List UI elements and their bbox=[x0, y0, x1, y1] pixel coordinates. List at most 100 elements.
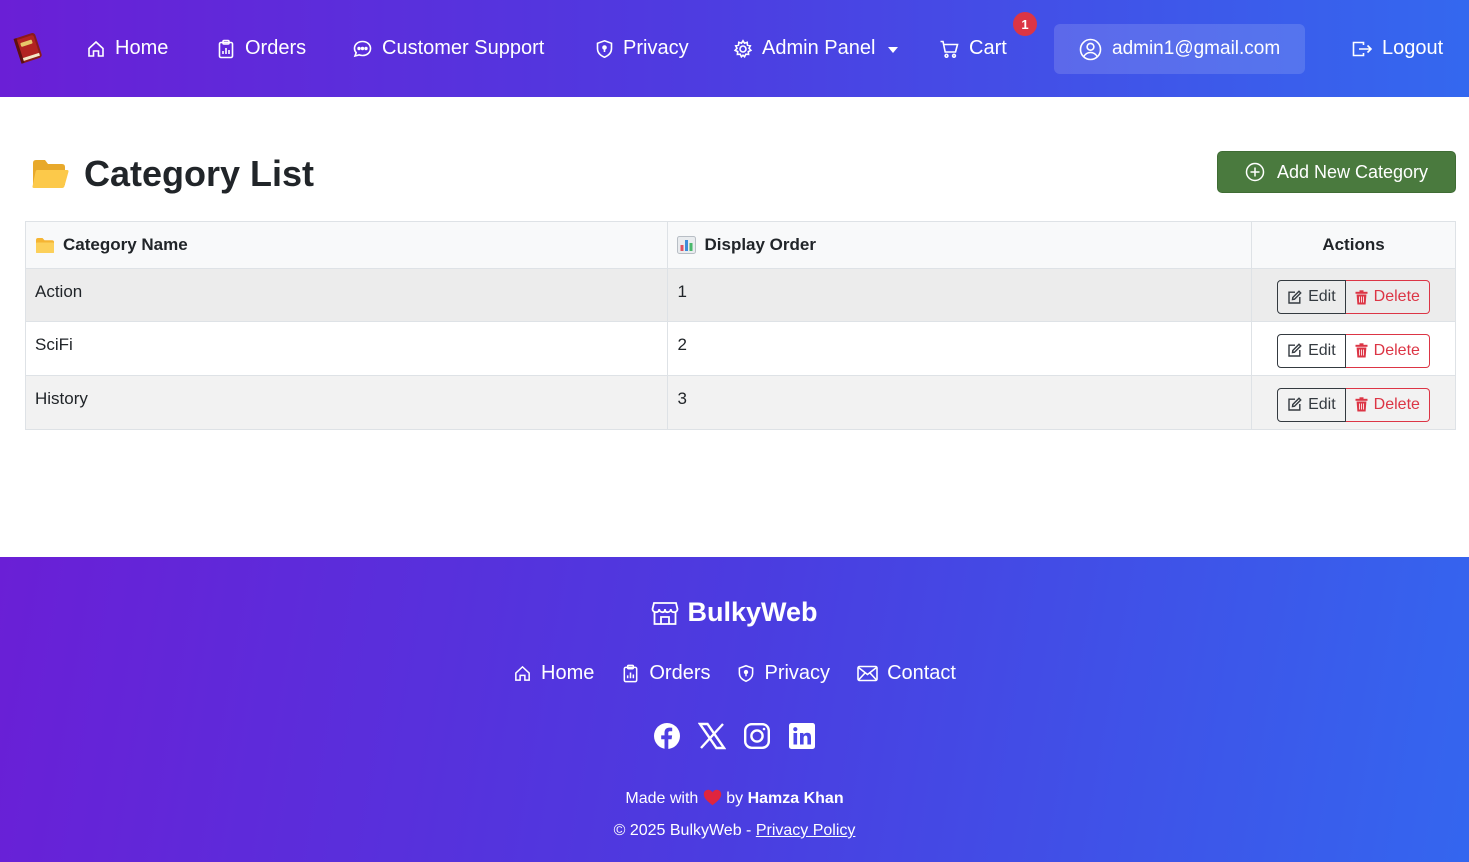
display-order-cell: 2 bbox=[667, 321, 1253, 376]
edit-button[interactable]: Edit bbox=[1277, 387, 1346, 422]
pencil-square-icon bbox=[1288, 397, 1302, 411]
table-row: SciFi 2 Edit Delete bbox=[24, 321, 1456, 376]
nav-privacy-label: Privacy bbox=[623, 37, 689, 59]
made-with-text: Made with bbox=[625, 790, 699, 807]
edit-label: Edit bbox=[1308, 395, 1336, 413]
user-account-button[interactable]: admin1@gmail.com bbox=[1054, 24, 1305, 74]
house-icon bbox=[88, 40, 104, 57]
page-title: Category List bbox=[84, 153, 315, 194]
x-twitter-icon[interactable] bbox=[698, 722, 726, 750]
linkedin-icon[interactable] bbox=[788, 722, 816, 750]
nav-privacy[interactable]: Privacy bbox=[595, 0, 689, 97]
gear-icon bbox=[733, 38, 753, 58]
delete-label: Delete bbox=[1373, 288, 1420, 305]
shield-icon bbox=[596, 39, 613, 58]
column-header-actions: Actions bbox=[1251, 221, 1456, 269]
category-name-cell: Action bbox=[24, 268, 669, 322]
chevron-down-icon bbox=[888, 46, 899, 53]
site-footer: BulkyWeb Home Orders Privacy Contact Mad… bbox=[0, 557, 1469, 862]
folder-icon bbox=[36, 237, 54, 253]
footer-brand-name: BulkyWeb bbox=[687, 597, 818, 627]
footer-link-home[interactable]: Home bbox=[513, 662, 594, 685]
delete-label: Delete bbox=[1373, 395, 1420, 413]
nav-orders-label: Orders bbox=[245, 37, 307, 59]
logout-label: Logout bbox=[1382, 37, 1444, 59]
user-email: admin1@gmail.com bbox=[1112, 38, 1281, 59]
social-links bbox=[0, 722, 1469, 750]
edit-button[interactable]: Edit bbox=[1277, 280, 1346, 314]
display-order-cell: 1 bbox=[667, 268, 1253, 322]
box-arrow-right-icon bbox=[1352, 41, 1373, 56]
delete-button[interactable]: Delete bbox=[1345, 280, 1430, 314]
actions-cell: Edit Delete bbox=[1251, 268, 1456, 322]
shield-icon bbox=[739, 664, 754, 683]
footer-link-orders-label: Orders bbox=[649, 662, 711, 684]
top-navbar: Home Orders Customer Support Privacy Adm… bbox=[0, 0, 1469, 97]
chat-dots-icon bbox=[353, 40, 372, 57]
person-circle-icon bbox=[1079, 38, 1102, 60]
footer-link-home-label: Home bbox=[541, 662, 595, 684]
actions-cell: Edit Delete bbox=[1251, 375, 1456, 430]
nav-admin-panel[interactable]: Admin Panel bbox=[733, 0, 899, 97]
bar-chart-icon bbox=[677, 236, 697, 254]
plus-circle-icon bbox=[1245, 162, 1265, 182]
nav-admin-panel-label: Admin Panel bbox=[762, 37, 876, 59]
made-with-line: Made with by Hamza Khan bbox=[0, 789, 1469, 808]
cart-count-badge: 1 bbox=[1013, 12, 1037, 36]
nav-home-label: Home bbox=[115, 37, 169, 59]
logout-button[interactable]: Logout bbox=[1351, 0, 1443, 97]
pencil-square-icon bbox=[1288, 289, 1302, 304]
shop-icon bbox=[652, 601, 679, 625]
table-row: History 3 Edit Delete bbox=[24, 375, 1456, 430]
footer-link-privacy-label: Privacy bbox=[764, 662, 831, 684]
column-label-display-order: Display Order bbox=[704, 235, 816, 254]
clipboard-data-icon bbox=[623, 664, 638, 683]
table-header-row: Category Name Display Order Actions bbox=[24, 221, 1456, 269]
footer-link-contact-label: Contact bbox=[887, 662, 956, 684]
edit-label: Edit bbox=[1308, 341, 1336, 359]
actions-cell: Edit Delete bbox=[1251, 321, 1456, 376]
facebook-icon[interactable] bbox=[653, 722, 681, 750]
nav-cart-label: Cart bbox=[969, 37, 1007, 59]
nav-home[interactable]: Home bbox=[86, 0, 168, 97]
envelope-icon bbox=[857, 665, 878, 682]
display-order-cell: 3 bbox=[667, 375, 1253, 430]
cart-icon bbox=[940, 40, 959, 58]
open-folder-icon bbox=[32, 160, 69, 188]
book-logo-icon[interactable] bbox=[10, 30, 46, 66]
column-header-category-name: Category Name bbox=[24, 221, 669, 269]
category-name-cell: SciFi bbox=[24, 321, 669, 376]
footer-link-contact[interactable]: Contact bbox=[857, 662, 956, 685]
footer-nav: Home Orders Privacy Contact bbox=[0, 662, 1469, 685]
add-new-category-button[interactable]: Add New Category bbox=[1217, 151, 1456, 193]
by-text: by bbox=[726, 790, 744, 807]
add-new-category-label: Add New Category bbox=[1276, 161, 1429, 182]
column-label-category-name: Category Name bbox=[63, 235, 188, 254]
heart-icon bbox=[703, 789, 721, 806]
nav-customer-support[interactable]: Customer Support bbox=[352, 0, 544, 97]
nav-orders[interactable]: Orders bbox=[216, 0, 306, 97]
copyright-line: © 2025 BulkyWeb - Privacy Policy bbox=[0, 822, 1469, 840]
trash-icon bbox=[1355, 397, 1368, 412]
row-action-buttons: Edit Delete bbox=[1277, 387, 1430, 422]
footer-link-orders[interactable]: Orders bbox=[621, 662, 710, 685]
privacy-policy-link[interactable]: Privacy Policy bbox=[756, 822, 856, 839]
footer-link-privacy[interactable]: Privacy bbox=[737, 662, 830, 685]
category-table: Category Name Display Order Actions Acti… bbox=[24, 221, 1456, 430]
delete-button[interactable]: Delete bbox=[1345, 333, 1430, 368]
edit-button[interactable]: Edit bbox=[1277, 333, 1346, 368]
clipboard-data-icon bbox=[218, 39, 234, 58]
trash-icon bbox=[1355, 289, 1368, 304]
instagram-icon[interactable] bbox=[743, 722, 771, 750]
edit-label: Edit bbox=[1308, 288, 1336, 305]
nav-customer-support-label: Customer Support bbox=[382, 37, 545, 59]
nav-cart[interactable]: Cart bbox=[939, 0, 1007, 97]
house-icon bbox=[515, 665, 530, 681]
category-name-cell: History bbox=[24, 375, 669, 430]
copyright-text: © 2025 BulkyWeb - bbox=[613, 822, 752, 839]
pencil-square-icon bbox=[1288, 343, 1302, 357]
delete-button[interactable]: Delete bbox=[1345, 387, 1430, 422]
table-row: Action 1 Edit Delete bbox=[24, 268, 1456, 322]
footer-brand: BulkyWeb bbox=[0, 597, 1469, 628]
delete-label: Delete bbox=[1373, 341, 1420, 359]
